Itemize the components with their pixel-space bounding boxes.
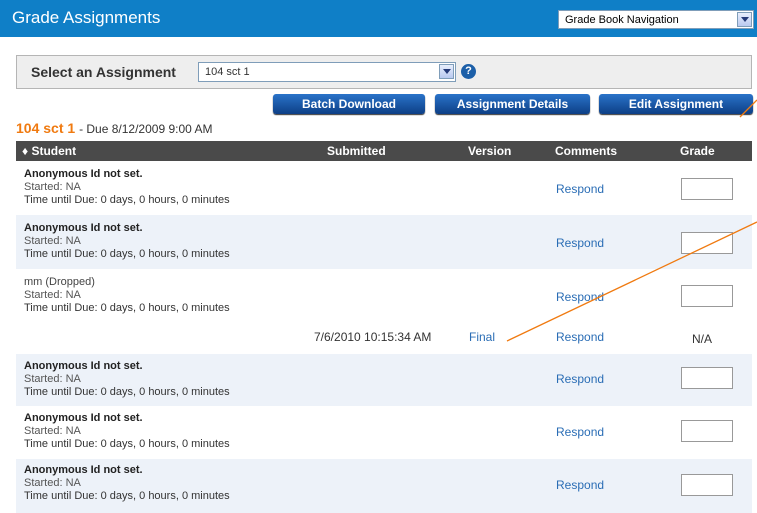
student-name: Anonymous Id not set. [24,464,143,476]
student-name: Anonymous Id not set. [24,360,143,372]
student-time-until-due: Time until Due: 0 days, 0 hours, 0 minut… [24,438,230,450]
assignment-heading: 104 sct 1 - Due 8/12/2009 9:00 AM [16,120,213,136]
student-time-until-due: Time until Due: 0 days, 0 hours, 0 minut… [24,248,230,260]
respond-link[interactable]: Respond [556,236,604,250]
table-row: Anonymous Id not set. Started: NA Time u… [16,354,752,406]
grade-input[interactable] [681,285,733,307]
grade-input[interactable] [681,420,733,442]
respond-link[interactable]: Respond [556,330,604,344]
student-cell: Anonymous Id not set. Started: NA Time u… [24,222,230,261]
respond-link[interactable]: Respond [556,290,604,304]
edit-assignment-button[interactable]: Edit Assignment [599,94,753,114]
student-name: Anonymous Id not set. [24,168,143,180]
grade-book-navigation-select[interactable]: Grade Book Navigation [558,10,754,29]
student-cell: Anonymous Id not set. Started: NA Time u… [24,360,230,399]
column-grade: Grade [680,144,715,158]
respond-link[interactable]: Respond [556,182,604,196]
student-time-until-due: Time until Due: 0 days, 0 hours, 0 minut… [24,490,230,502]
student-time-until-due: Time until Due: 0 days, 0 hours, 0 minut… [24,302,230,314]
grade-input[interactable] [681,367,733,389]
table-row: Anonymous Id not set. Started: NA Time u… [16,406,752,459]
grade-input[interactable] [681,474,733,496]
column-student[interactable]: ♦ Student [22,144,76,158]
grade-value: N/A [692,332,713,346]
student-name: mm (Dropped) [24,276,95,288]
student-started: Started: NA [24,289,81,301]
student-cell: Anonymous Id not set. Started: NA Time u… [24,464,230,503]
help-icon[interactable]: ? [461,64,476,79]
assignment-name: 104 sct 1 [16,120,76,136]
student-name: Anonymous Id not set. [24,412,143,424]
student-cell: Anonymous Id not set. Started: NA Time u… [24,168,230,207]
table-row: Anonymous Id not set. Started: NA Time u… [16,459,752,513]
batch-download-button[interactable]: Batch Download [273,94,425,114]
column-version: Version [468,144,512,158]
version-final-link[interactable]: Final [469,330,495,344]
student-cell: Anonymous Id not set. Started: NA Time u… [24,412,230,451]
respond-link[interactable]: Respond [556,372,604,386]
page-title: Grade Assignments [12,8,161,27]
student-time-until-due: Time until Due: 0 days, 0 hours, 0 minut… [24,386,230,398]
assignment-details-button[interactable]: Assignment Details [435,94,590,114]
chevron-down-icon[interactable] [439,64,454,79]
student-started: Started: NA [24,373,81,385]
assignment-due: - Due 8/12/2009 9:00 AM [79,122,213,136]
chevron-down-icon[interactable] [737,12,752,27]
table-row: mm (Dropped) Started: NA Time until Due:… [16,269,752,354]
student-started: Started: NA [24,235,81,247]
column-comments: Comments [555,144,618,158]
assignment-select-value: 104 sct 1 [205,66,250,78]
submitted-timestamp: 7/6/2010 10:15:34 AM [314,330,432,344]
grade-input[interactable] [681,178,733,200]
student-started: Started: NA [24,181,81,193]
student-cell: mm (Dropped) Started: NA Time until Due:… [24,276,230,315]
assignment-select[interactable]: 104 sct 1 [198,62,456,82]
respond-link[interactable]: Respond [556,478,604,492]
student-time-until-due: Time until Due: 0 days, 0 hours, 0 minut… [24,194,230,206]
respond-link[interactable]: Respond [556,425,604,439]
page-header: Grade Assignments Grade Book Navigation [0,0,757,37]
student-started: Started: NA [24,425,81,437]
student-started: Started: NA [24,477,81,489]
table-row: Anonymous Id not set. Started: NA Time u… [16,215,752,269]
table-header: ♦ Student Submitted Version Comments Gra… [16,141,752,161]
grade-input[interactable] [681,232,733,254]
assignment-selector-panel: Select an Assignment 104 sct 1 ? [16,55,752,89]
table-row: Anonymous Id not set. Started: NA Time u… [16,161,752,215]
assignment-select-label: Select an Assignment [31,64,176,80]
student-name: Anonymous Id not set. [24,222,143,234]
nav-select-value: Grade Book Navigation [565,14,679,26]
column-submitted: Submitted [327,144,386,158]
